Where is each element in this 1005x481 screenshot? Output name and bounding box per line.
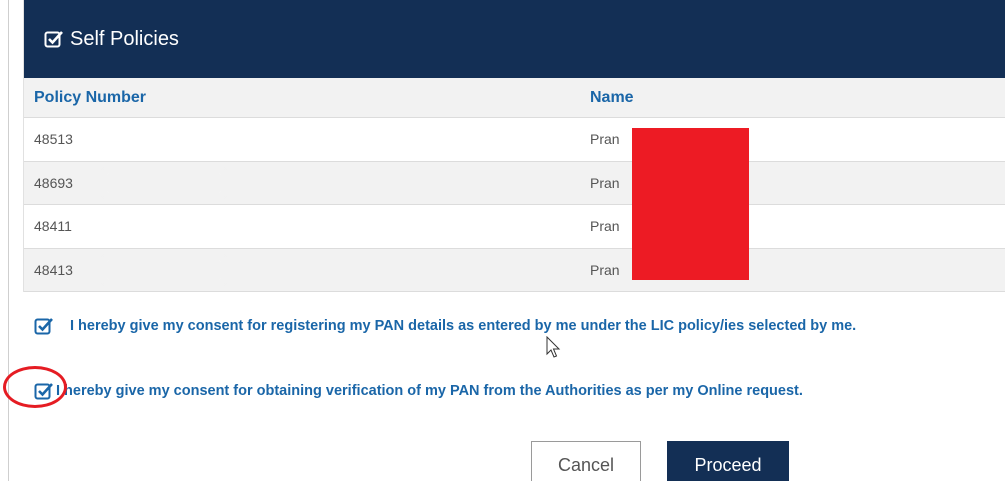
cancel-button[interactable]: Cancel xyxy=(531,441,641,481)
self-policies-panel: Self Policies Policy Number Name 48513 P… xyxy=(23,0,1005,292)
column-header-name: Name xyxy=(590,88,634,106)
name-cell: Pran xyxy=(590,218,620,235)
policy-number-cell: 48413 xyxy=(34,261,73,278)
name-redaction-block xyxy=(632,128,749,280)
consent-label: I hereby give my consent for registering… xyxy=(70,318,857,334)
consent-pan-verification[interactable]: I hereby give my consent for obtaining v… xyxy=(34,381,803,401)
mouse-pointer-icon xyxy=(546,336,561,358)
table-row[interactable]: 48513 Pran xyxy=(24,118,1005,162)
name-cell: Pran xyxy=(590,261,620,278)
blurred-policy-digits xyxy=(104,169,224,196)
consent-label: I hereby give my consent for obtaining v… xyxy=(56,383,803,399)
table-header: Policy Number Name xyxy=(24,78,1005,118)
name-cell: Pran xyxy=(590,131,620,148)
table-row[interactable]: 48693 Pran xyxy=(24,161,1005,205)
policy-number-cell: 48513 xyxy=(34,131,73,148)
consent-pan-registration[interactable]: I hereby give my consent for registering… xyxy=(34,316,856,336)
blurred-policy-digits xyxy=(104,213,224,239)
proceed-button[interactable]: Proceed xyxy=(667,441,789,481)
blurred-policy-digits xyxy=(104,126,224,152)
blurred-policy-digits xyxy=(104,256,224,283)
page-left-border xyxy=(8,0,9,481)
name-cell: Pran xyxy=(590,174,620,191)
column-header-policy-number: Policy Number xyxy=(34,88,147,106)
checkbox-checked-icon xyxy=(44,31,63,48)
panel-title: Self Policies xyxy=(70,27,179,50)
panel-header: Self Policies xyxy=(24,0,1005,78)
highlight-circle-annotation xyxy=(3,366,67,408)
policy-number-cell: 48411 xyxy=(34,218,72,235)
table-row[interactable]: 48413 Pran xyxy=(24,248,1005,292)
table-row[interactable]: 48411 Pran xyxy=(24,205,1005,249)
policy-number-cell: 48693 xyxy=(34,174,73,191)
checkbox-checked-icon[interactable] xyxy=(34,316,54,336)
